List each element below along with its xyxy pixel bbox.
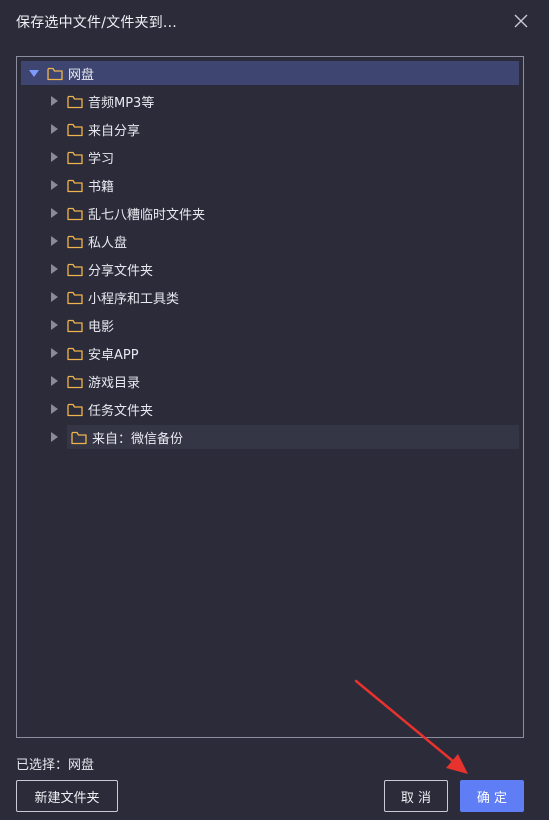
tree-item-label: 音频MP3等: [88, 95, 155, 111]
folder-icon: [67, 346, 83, 361]
tree-item[interactable]: 私人盘: [47, 229, 519, 253]
tree-item[interactable]: 分享文件夹: [47, 257, 519, 281]
tree-item-label: 乱七八糟临时文件夹: [88, 207, 206, 223]
folder-icon: [67, 262, 83, 277]
tree-item-label: 分享文件夹: [88, 263, 154, 279]
tree-item[interactable]: 书籍: [47, 173, 519, 197]
tree-item-label: 来自分享: [88, 123, 141, 139]
cancel-button[interactable]: 取 消: [384, 780, 448, 812]
tree-item[interactable]: 来自分享: [47, 117, 519, 141]
tree-item[interactable]: 来自：微信备份: [51, 425, 519, 449]
folder-icon: [67, 178, 83, 193]
folder-icon: [67, 318, 83, 333]
caret-right-icon[interactable]: [49, 96, 59, 106]
new-folder-button[interactable]: 新建文件夹: [16, 780, 118, 812]
folder-icon: [47, 66, 63, 81]
folder-icon: [67, 122, 83, 137]
folder-icon: [67, 234, 83, 249]
tree-root-label: 网盘: [68, 67, 95, 83]
folder-icon: [71, 430, 87, 445]
caret-right-icon[interactable]: [49, 236, 59, 246]
selected-path: 已选择：网盘: [16, 754, 94, 773]
tree-item-label: 游戏目录: [88, 375, 141, 391]
caret-right-icon[interactable]: [49, 124, 59, 134]
tree-item[interactable]: 任务文件夹: [47, 397, 519, 421]
caret-right-icon[interactable]: [49, 404, 59, 414]
close-icon[interactable]: [510, 10, 532, 32]
tree-item[interactable]: 乱七八糟临时文件夹: [47, 201, 519, 225]
caret-right-icon[interactable]: [49, 152, 59, 162]
caret-right-icon[interactable]: [49, 208, 59, 218]
tree-item-label: 安卓APP: [88, 347, 139, 363]
folder-icon: [67, 290, 83, 305]
tree-item[interactable]: 小程序和工具类: [47, 285, 519, 309]
folder-icon: [67, 374, 83, 389]
caret-right-icon[interactable]: [49, 264, 59, 274]
tree-item[interactable]: 电影: [47, 313, 519, 337]
caret-right-icon[interactable]: [49, 348, 59, 358]
caret-down-icon[interactable]: [29, 68, 39, 78]
confirm-button[interactable]: 确 定: [460, 780, 524, 812]
caret-right-icon[interactable]: [49, 292, 59, 302]
folder-icon: [67, 94, 83, 109]
tree-item-label: 学习: [88, 151, 115, 167]
tree-item[interactable]: 安卓APP: [47, 341, 519, 365]
tree-item-label: 电影: [88, 319, 115, 335]
tree-item[interactable]: 音频MP3等: [47, 89, 519, 113]
selected-prefix: 已选择：: [16, 758, 69, 773]
caret-right-icon[interactable]: [49, 320, 59, 330]
folder-icon: [67, 206, 83, 221]
tree-item-label: 书籍: [88, 179, 115, 195]
selected-value: 网盘: [68, 758, 95, 773]
folder-icon: [67, 150, 83, 165]
tree-item[interactable]: 游戏目录: [47, 369, 519, 393]
dialog-title-bar: 保存选中文件/文件夹到...: [0, 0, 549, 44]
tree-item-label: 小程序和工具类: [88, 291, 180, 307]
tree-root-wangpan[interactable]: 网盘: [21, 61, 519, 85]
folder-tree[interactable]: 网盘 音频MP3等 来自分享学习书籍乱七八糟临时文件夹 私人盘分享文件夹小程序和工具…: [16, 56, 524, 738]
save-to-dialog: 保存选中文件/文件夹到... 网盘 音频MP3等 来自分享学习书籍乱七八糟临时文件…: [0, 0, 549, 820]
tree-item-label: 任务文件夹: [88, 403, 154, 419]
caret-right-icon[interactable]: [49, 180, 59, 190]
tree-item-label: 私人盘: [88, 235, 128, 251]
tree-item-label: 来自：微信备份: [92, 431, 184, 447]
tree-item[interactable]: 学习: [47, 145, 519, 169]
caret-right-icon[interactable]: [49, 376, 59, 386]
caret-right-icon[interactable]: [49, 432, 59, 442]
dialog-title: 保存选中文件/文件夹到...: [16, 15, 177, 31]
folder-icon: [67, 402, 83, 417]
